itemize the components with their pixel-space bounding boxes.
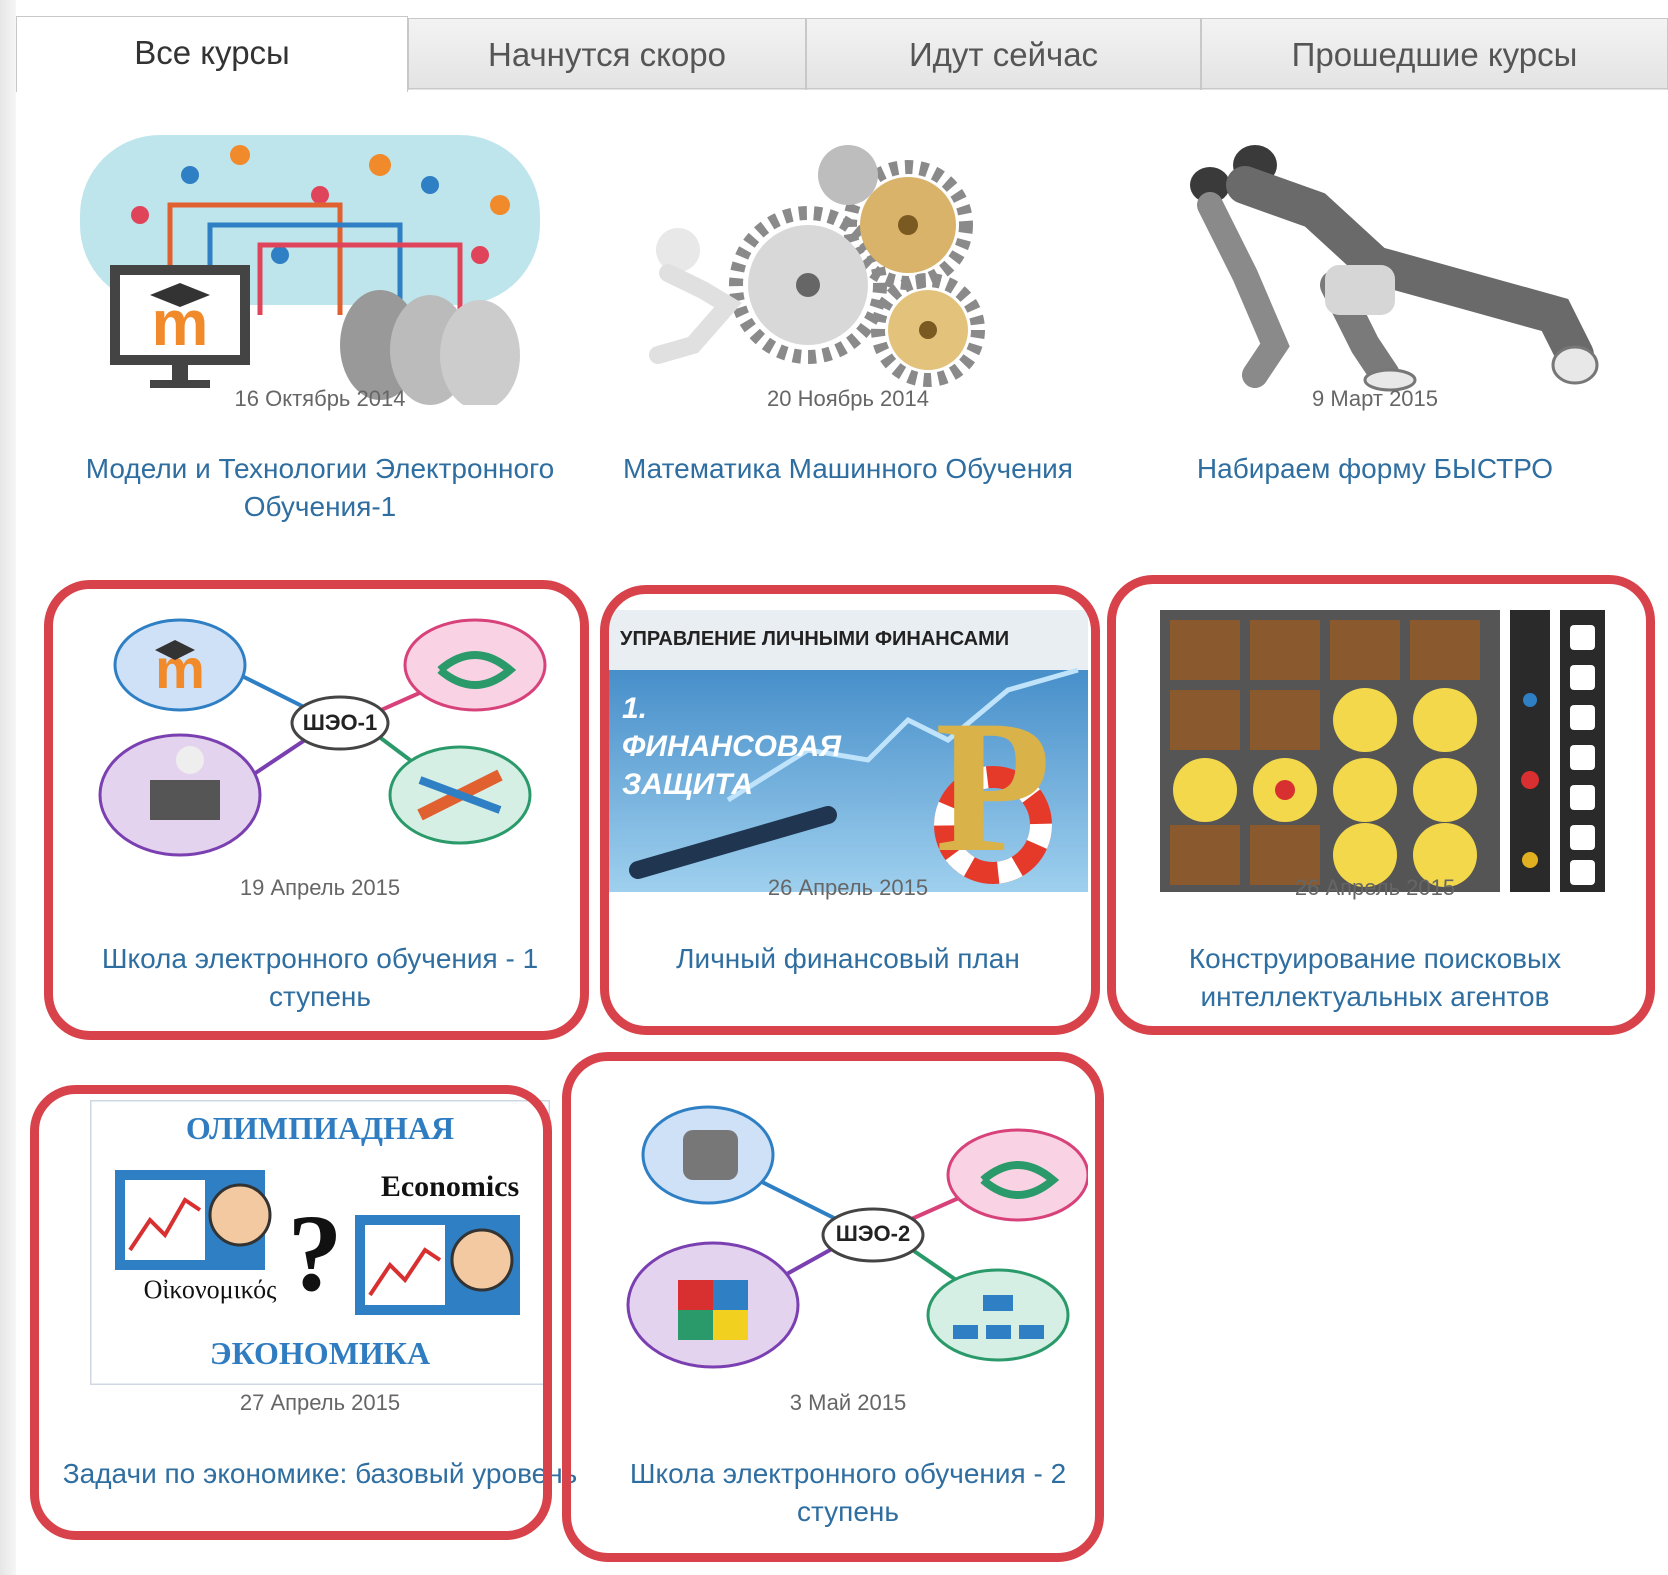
tab-in-progress[interactable]: Идут сейчас <box>806 18 1201 90</box>
tab-upcoming[interactable]: Начнутся скоро <box>408 18 806 90</box>
word-gr: Οἰκονομικός <box>143 1275 277 1304</box>
course-filter-tabs: Все курсы Начнутся скоро Идут сейчас Про… <box>16 14 1668 92</box>
banner-subtitle: 1. ФИНАНСОВАЯ ЗАЩИТА <box>622 692 842 801</box>
course-thumbnail[interactable] <box>608 115 1088 405</box>
mindmap-illustration: m <box>98 618 547 857</box>
course-date: 26 Апрель 2015 <box>767 875 929 900</box>
svg-text:Р: Р <box>935 682 1051 892</box>
elearning-illustration: m <box>80 135 540 405</box>
course-title-link[interactable]: Конструирование поисковых интеллектуальн… <box>1115 940 1635 1016</box>
badge-label: ШЭО-2 <box>835 1221 911 1246</box>
course-title-link[interactable]: Школа электронного обучения - 1 ступень <box>60 940 580 1016</box>
course-card[interactable]: m ШЭО-1 19 Апрель 2015 Школа электронног… <box>60 610 580 1050</box>
course-thumbnail[interactable]: ? ОЛИМПИАДНАЯ Economics Οἰκονομικός ЭКОН… <box>90 1100 550 1385</box>
course-thumbnail[interactable]: Р УПРАВЛЕНИЕ ЛИЧНЫМИ ФИНАНСАМИ 1. ФИНАНС… <box>608 610 1088 892</box>
course-card[interactable]: m 16 Октябрь 2014 Модели и Технологии Эл… <box>60 115 580 555</box>
agent-grid-screenshot <box>1160 610 1605 892</box>
course-date: 3 Май 2015 <box>789 1390 907 1415</box>
course-date: 27 Апрель 2015 <box>239 1390 401 1415</box>
bottom-word: ЭКОНОМИКА <box>209 1335 431 1371</box>
course-thumbnail[interactable]: m ШЭО-1 <box>80 610 560 895</box>
course-thumbnail[interactable]: ШЭО-2 <box>608 1100 1088 1385</box>
word-en: Economics <box>380 1170 520 1203</box>
course-date: 20 Ноябрь 2014 <box>767 386 929 411</box>
course-date: 19 Апрель 2015 <box>239 875 401 900</box>
course-card[interactable]: 20 Ноябрь 2014 Математика Машинного Обуч… <box>588 115 1108 555</box>
course-date: 9 Март 2015 <box>1311 386 1439 411</box>
course-card[interactable]: ШЭО-2 3 Май 2015 Школа электронного обуч… <box>588 1100 1108 1540</box>
course-title-link[interactable]: Набираем форму БЫСТРО <box>1115 450 1635 488</box>
course-title-link[interactable]: Модели и Технологии Электронного Обучени… <box>60 450 580 526</box>
workout-photo <box>1190 145 1599 392</box>
left-shadow <box>0 0 16 1575</box>
course-card[interactable]: Р УПРАВЛЕНИЕ ЛИЧНЫМИ ФИНАНСАМИ 1. ФИНАНС… <box>588 610 1108 1050</box>
course-title-link[interactable]: Личный финансовый план <box>588 940 1108 978</box>
course-date: 26 Апрель 2015 <box>1294 875 1456 900</box>
course-title-link[interactable]: Математика Машинного Обучения <box>588 450 1108 488</box>
course-thumbnail[interactable]: m <box>80 115 560 405</box>
course-card[interactable]: 26 Апрель 2015 Конструирование поисковых… <box>1115 610 1635 1050</box>
course-thumbnail[interactable] <box>1135 610 1615 892</box>
course-thumbnail[interactable] <box>1135 115 1615 405</box>
badge-label: ШЭО-1 <box>302 710 378 735</box>
tab-past[interactable]: Прошедшие курсы <box>1201 18 1668 90</box>
course-card[interactable]: 9 Март 2015 Набираем форму БЫСТРО <box>1115 115 1635 555</box>
course-date: 16 Октябрь 2014 <box>234 386 406 411</box>
course-title-link[interactable]: Школа электронного обучения - 2 ступень <box>588 1455 1108 1531</box>
course-card[interactable]: ? ОЛИМПИАДНАЯ Economics Οἰκονομικός ЭКОН… <box>60 1100 580 1540</box>
banner-heading: УПРАВЛЕНИЕ ЛИЧНЫМИ ФИНАНСАМИ <box>620 628 1010 650</box>
top-word: ОЛИМПИАДНАЯ <box>185 1110 455 1146</box>
gears-illustration <box>649 145 985 387</box>
tab-all-courses[interactable]: Все курсы <box>16 16 408 92</box>
course-title-link[interactable]: Задачи по экономике: базовый уровень <box>60 1455 580 1493</box>
